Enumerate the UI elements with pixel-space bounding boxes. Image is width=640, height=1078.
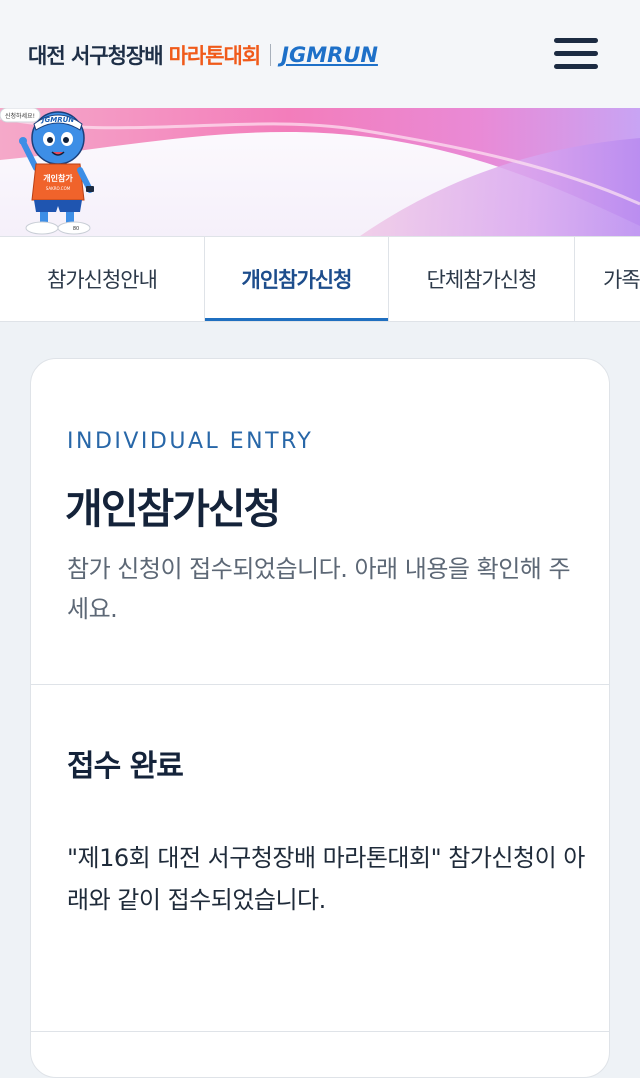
page-title: 개인참가신청: [65, 485, 281, 533]
hero-banner: 신청하세요! JGMRUN 개인참가 SAKRO.COM 80: [0, 108, 640, 236]
tab-group-entry[interactable]: 단체참가신청: [389, 237, 575, 321]
site-logo[interactable]: 대전 서구청장배 마라톤대회 JGMRUN: [28, 38, 378, 72]
tab-family-entry[interactable]: 가족: [575, 237, 640, 321]
entry-card: INDIVIDUAL ENTRY 개인참가신청 참가 신청이 접수되었습니다. …: [30, 358, 610, 1078]
page-description: 참가 신청이 접수되었습니다. 아래 내용을 확인해 주세요.: [67, 555, 571, 623]
mascot-speech: 신청하세요!: [5, 112, 35, 120]
site-header: 대전 서구청장배 마라톤대회 JGMRUN: [0, 0, 640, 108]
entry-tabs: 참가신청안내 개인참가신청 단체참가신청 가족: [0, 236, 640, 322]
completion-title: 접수 완료: [67, 749, 184, 784]
mascot-illustration: 신청하세요! JGMRUN 개인참가 SAKRO.COM 80: [0, 108, 94, 235]
mascot-shirt-text: 개인참가: [43, 173, 73, 183]
card-divider-bottom: [31, 1031, 609, 1032]
mascot-cap-text: JGMRUN: [40, 116, 74, 124]
card-divider: [31, 684, 609, 685]
logo-brand: JGMRUN: [281, 43, 378, 67]
hamburger-menu-icon[interactable]: [552, 36, 600, 72]
mascot-shoe-text: 80: [73, 226, 79, 232]
tab-individual-entry[interactable]: 개인참가신청: [205, 237, 389, 321]
mascot-shirt-subtext: SAKRO.COM: [46, 186, 71, 191]
logo-divider: [270, 44, 272, 66]
section-eyebrow: INDIVIDUAL ENTRY: [67, 429, 314, 454]
tab-entry-guide[interactable]: 참가신청안내: [0, 237, 205, 321]
logo-title: 대전 서구청장배: [28, 44, 164, 68]
logo-title-accent: 마라톤대회: [168, 44, 262, 68]
completion-message: "제16회 대전 서구청장배 마라톤대회" 참가신청이 아래와 같이 접수되었습…: [67, 844, 585, 914]
